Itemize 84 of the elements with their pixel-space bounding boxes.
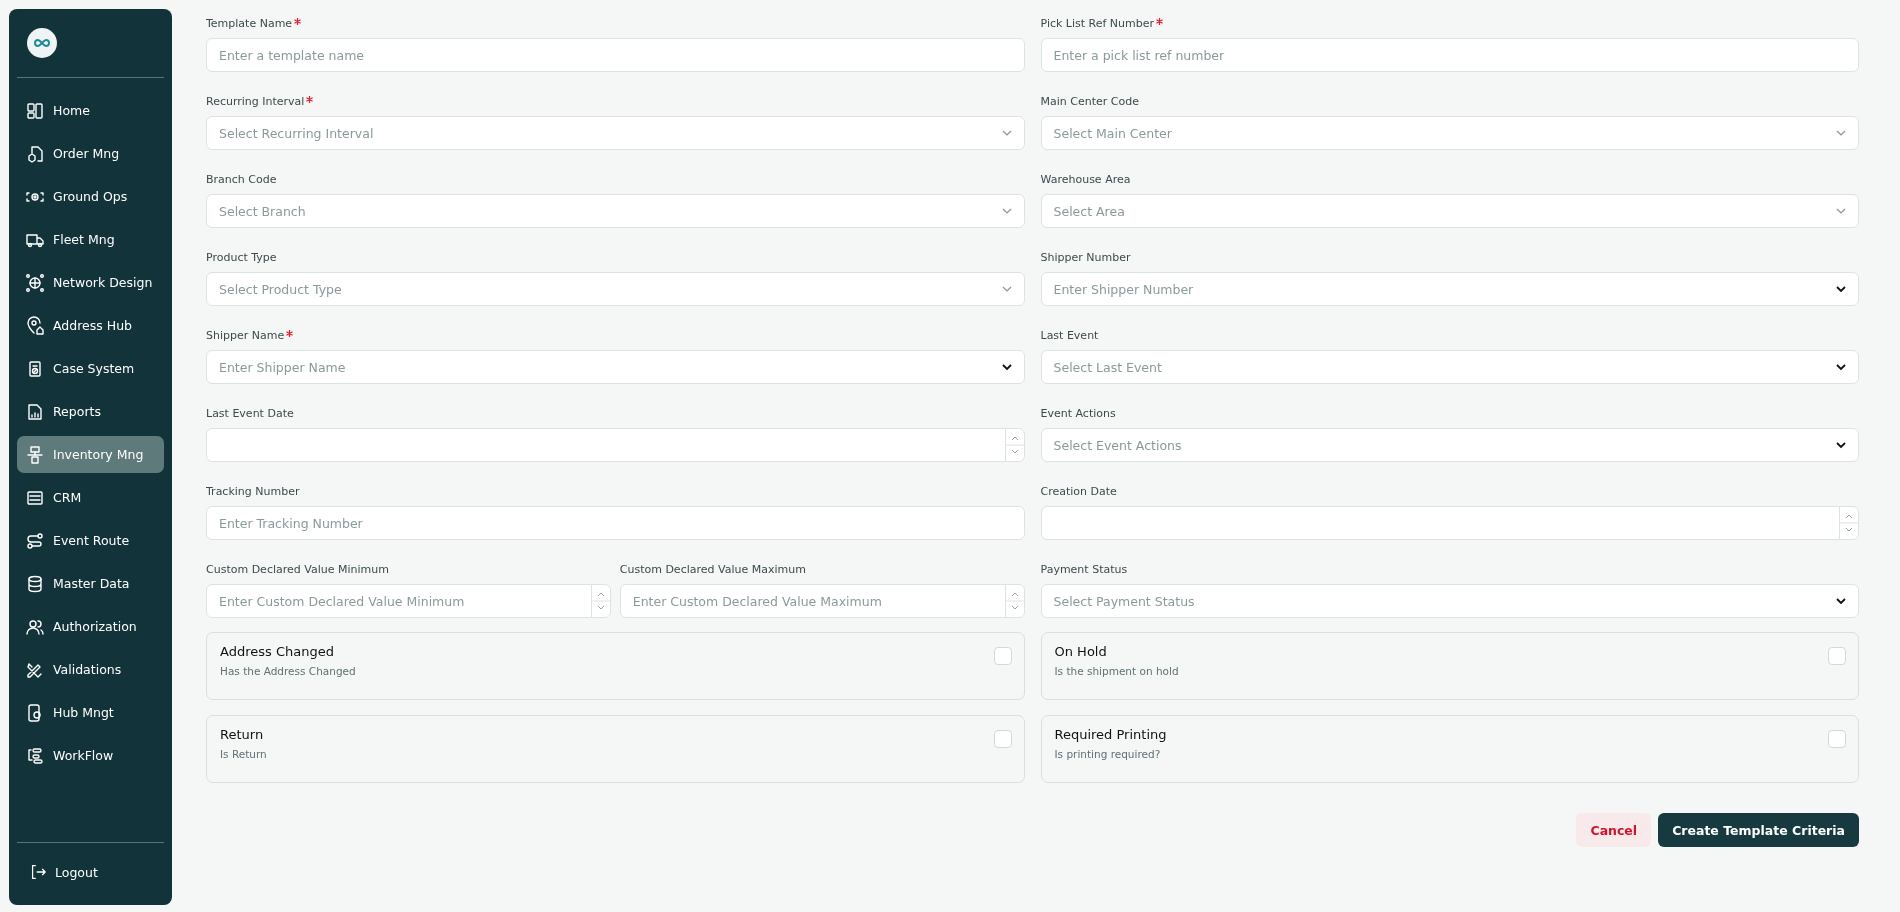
option-description: Has the Address Changed [220, 665, 356, 677]
report-icon [25, 401, 45, 422]
field-label: Product Type [206, 250, 277, 266]
date-field[interactable] [1040, 506, 1859, 540]
field-label: Creation Date [1040, 484, 1117, 500]
submit-button[interactable]: Create Template Criteria [1658, 813, 1859, 847]
dropdown-field[interactable]: Select Product Type [206, 272, 1025, 306]
sidebar-item[interactable]: Authorization [17, 608, 164, 645]
sidebar-item[interactable]: Validations [17, 651, 164, 688]
grid-icon [25, 100, 45, 121]
field-label: Shipper Number [1040, 250, 1131, 266]
option-description: Is printing required? [1054, 748, 1162, 760]
field-label: Custom Declared Value Minimum [206, 562, 389, 578]
cancel-button[interactable]: Cancel [1576, 813, 1652, 847]
workflow-icon [25, 745, 45, 766]
chevron-down-icon [1835, 283, 1847, 295]
logo-icon [27, 28, 57, 58]
spinner-icon[interactable] [1004, 585, 1024, 617]
chevron-down-icon [1835, 361, 1847, 373]
field-label: Pick List Ref Number [1040, 16, 1155, 32]
option-title: Return [220, 727, 265, 742]
database-icon [25, 573, 45, 594]
sidebar-item[interactable]: Reports [17, 393, 164, 430]
option-description: Is Return [220, 748, 267, 760]
text-field[interactable]: Enter a pick list ref number [1040, 38, 1859, 72]
document-box-icon [25, 143, 45, 164]
sidebar-item[interactable]: WorkFlow [17, 737, 164, 774]
sidebar-item[interactable]: Master Data [17, 565, 164, 602]
text-field[interactable]: Enter Tracking Number [206, 506, 1025, 540]
field-label: Branch Code [206, 172, 277, 188]
checkbox[interactable] [1828, 647, 1846, 665]
field-label: Template Name [206, 16, 293, 32]
sidebar-item[interactable]: Order Mng [17, 135, 164, 172]
checkbox[interactable] [993, 730, 1012, 748]
sidebar-item[interactable]: Fleet Mng [17, 221, 164, 258]
sidebar-item[interactable]: Address Hub [17, 307, 164, 344]
field-label: Recurring Interval [206, 94, 305, 110]
chevron-down-icon [1835, 439, 1847, 451]
sidebar-item[interactable]: Hub Mngt [17, 694, 164, 731]
field-label: Custom Declared Value Maximum [619, 562, 806, 578]
field-label: Last Event [1040, 328, 1099, 344]
option-title: Address Changed [220, 644, 335, 659]
sidebar-item[interactable]: Ground Ops [17, 178, 164, 215]
dropdown-field[interactable]: Select Recurring Interval [206, 116, 1025, 150]
option-title: Required Printing [1054, 727, 1167, 742]
option-title: On Hold [1054, 644, 1108, 659]
dropdown-field[interactable]: Select Branch [206, 194, 1025, 228]
sidebar-item[interactable]: Network Design [17, 264, 164, 301]
logout-icon [29, 863, 47, 881]
globe-network-icon [25, 272, 45, 293]
field-label: Shipper Name [206, 328, 285, 344]
field-label: Tracking Number [206, 484, 300, 500]
dropdown-field[interactable]: Select Event Actions [1040, 428, 1859, 462]
date-field[interactable] [206, 428, 1025, 462]
sidebar-item[interactable]: Inventory Mng [17, 436, 164, 473]
sidebar-item[interactable]: Home [17, 92, 164, 129]
sidebar-item[interactable]: Event Route [17, 522, 164, 559]
logout-button[interactable]: Logout [29, 863, 98, 881]
field-label: Main Center Code [1040, 94, 1139, 110]
chevron-down-icon [1000, 361, 1013, 373]
number-field[interactable]: Enter Custom Declared Value Minimum [206, 584, 611, 618]
route-icon [25, 530, 45, 551]
dropdown-field[interactable]: Select Main Center [1040, 116, 1859, 150]
field-label: Last Event Date [206, 406, 294, 422]
location-home-icon [25, 315, 45, 336]
chevron-down-icon [1835, 595, 1847, 607]
checkbox[interactable] [1828, 730, 1846, 748]
dropdown-field[interactable]: Select Last Event [1040, 350, 1859, 384]
field-label: Payment Status [1040, 562, 1128, 578]
number-field[interactable]: Enter Custom Declared Value Maximum [619, 584, 1025, 618]
spinner-icon[interactable] [590, 585, 610, 617]
field-label: Event Actions [1040, 406, 1116, 422]
sidebar-item[interactable]: Case System [17, 350, 164, 387]
text-field[interactable]: Enter a template name [206, 38, 1025, 72]
spinner-icon[interactable] [1839, 507, 1858, 539]
option-description: Is the shipment on hold [1054, 665, 1179, 677]
sidebar-item[interactable]: CRM [17, 479, 164, 516]
dropdown-field[interactable]: Select Area [1040, 194, 1859, 228]
field-label: Warehouse Area [1040, 172, 1131, 188]
dropdown-field[interactable]: Enter Shipper Number [1040, 272, 1859, 306]
dropdown-field[interactable]: Select Payment Status [1040, 584, 1859, 618]
spinner-icon[interactable] [1004, 429, 1024, 461]
checkbox[interactable] [993, 647, 1012, 665]
dropdown-field[interactable]: Enter Shipper Name [206, 350, 1025, 384]
